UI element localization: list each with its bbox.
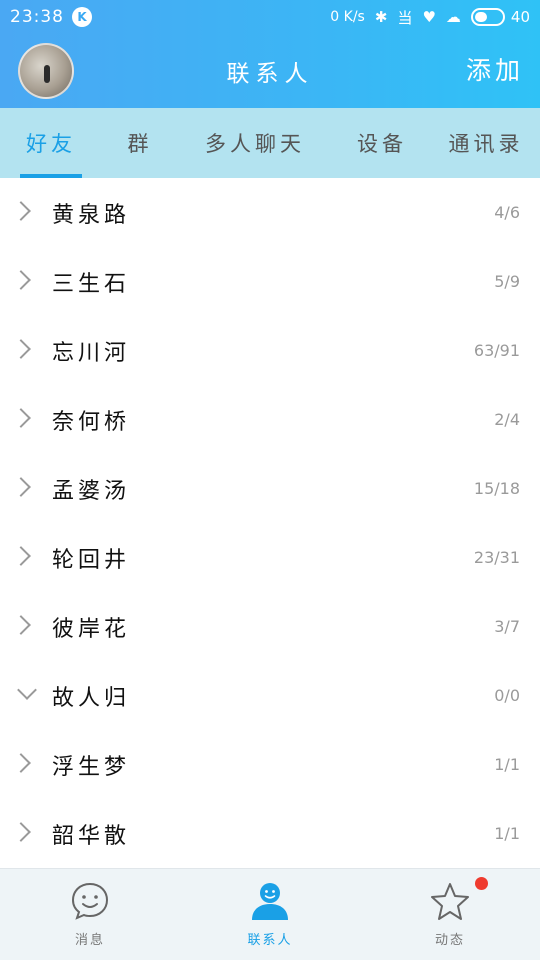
chevron-right-icon bbox=[11, 753, 31, 773]
group-name: 轮回井 bbox=[52, 547, 131, 573]
group-row[interactable]: 三生石 5/9 bbox=[0, 247, 540, 316]
group-row-expanded[interactable]: 故人归 0/0 bbox=[0, 661, 540, 730]
group-row[interactable]: 轮回井 23/31 bbox=[0, 523, 540, 592]
tab-devices[interactable]: 设备 bbox=[332, 108, 432, 178]
group-name: 奈何桥 bbox=[52, 409, 131, 435]
k-app-icon: K bbox=[72, 7, 92, 27]
nav-feed[interactable]: 动态 bbox=[360, 869, 540, 960]
chevron-right-icon bbox=[11, 339, 31, 359]
group-row[interactable]: 奈何桥 2/4 bbox=[0, 385, 540, 454]
group-count: 1/1 bbox=[494, 824, 520, 843]
battery-level: 40 bbox=[510, 8, 530, 26]
group-count: 0/0 bbox=[494, 686, 520, 705]
group-name: 孟婆汤 bbox=[52, 478, 131, 504]
group-name: 浮生梦 bbox=[52, 754, 131, 780]
net-speed: 0 K/s bbox=[330, 9, 365, 25]
nav-label: 联系人 bbox=[247, 933, 293, 948]
chevron-right-icon bbox=[11, 546, 31, 566]
chevron-right-icon bbox=[11, 270, 31, 290]
app-header: 23:38 K 0 K/s ✱ 当 ♥ ☁ 40 联系人 添加 bbox=[0, 0, 540, 108]
chevron-down-icon bbox=[17, 680, 37, 700]
tab-groups[interactable]: 群 bbox=[102, 108, 178, 178]
group-count: 63/91 bbox=[473, 341, 520, 360]
chevron-right-icon bbox=[11, 201, 31, 221]
group-count: 5/9 bbox=[494, 272, 520, 291]
chevron-right-icon bbox=[11, 615, 31, 635]
group-count: 2/4 bbox=[494, 410, 520, 429]
nav-messages[interactable]: 消息 bbox=[0, 869, 180, 960]
chevron-right-icon bbox=[11, 408, 31, 428]
smiley-bubble-icon bbox=[71, 882, 109, 920]
group-count: 4/6 bbox=[494, 203, 520, 222]
tab-friends[interactable]: 好友 bbox=[0, 108, 102, 178]
notification-dot bbox=[475, 877, 488, 890]
battery-icon bbox=[470, 8, 505, 26]
status-time: 23:38 bbox=[10, 7, 64, 27]
tab-bar: 好友 群 多人聊天 设备 通讯录 bbox=[0, 108, 540, 178]
star-icon bbox=[431, 883, 469, 920]
status-bar: 23:38 K 0 K/s ✱ 当 ♥ ☁ 40 bbox=[0, 0, 540, 34]
chevron-right-icon bbox=[11, 477, 31, 497]
group-row[interactable]: 浮生梦 1/1 bbox=[0, 730, 540, 799]
tab-multi-chat[interactable]: 多人聊天 bbox=[178, 108, 332, 178]
signal-icon: 当 bbox=[397, 8, 413, 27]
group-row[interactable]: 黄泉路 4/6 bbox=[0, 178, 540, 247]
status-icons: 0 K/s ✱ 当 ♥ ☁ 40 bbox=[330, 7, 530, 28]
group-name: 彼岸花 bbox=[52, 616, 131, 642]
group-row[interactable]: 韶华散 1/1 bbox=[0, 799, 540, 868]
group-name: 忘川河 bbox=[52, 340, 131, 366]
group-name: 三生石 bbox=[52, 271, 131, 297]
nav-contacts[interactable]: 联系人 bbox=[180, 869, 360, 960]
group-count: 1/1 bbox=[494, 755, 520, 774]
cloud-icon: ☁ bbox=[445, 8, 461, 26]
group-count: 3/7 bbox=[494, 617, 520, 636]
group-count: 23/31 bbox=[473, 548, 520, 567]
add-button[interactable]: 添加 bbox=[466, 51, 524, 87]
group-name: 故人归 bbox=[52, 685, 131, 711]
group-name: 黄泉路 bbox=[52, 202, 131, 228]
wifi-heart-icon: ♥ bbox=[422, 8, 436, 26]
group-row[interactable]: 孟婆汤 15/18 bbox=[0, 454, 540, 523]
bottom-nav: 消息 联系人 动态 bbox=[0, 868, 540, 960]
friend-group-list: 黄泉路 4/6 三生石 5/9 忘川河 63/91 奈何桥 2/4 孟婆汤 15… bbox=[0, 178, 540, 868]
group-count: 15/18 bbox=[473, 479, 520, 498]
person-icon bbox=[252, 883, 288, 920]
nav-label: 动态 bbox=[434, 933, 465, 948]
group-name: 韶华散 bbox=[52, 823, 131, 849]
nav-label: 消息 bbox=[74, 933, 105, 948]
chevron-right-icon bbox=[11, 822, 31, 842]
page-title: 联系人 bbox=[226, 61, 314, 87]
title-bar: 联系人 添加 bbox=[0, 34, 540, 108]
tab-address-book[interactable]: 通讯录 bbox=[432, 108, 540, 178]
group-row[interactable]: 彼岸花 3/7 bbox=[0, 592, 540, 661]
group-row[interactable]: 忘川河 63/91 bbox=[0, 316, 540, 385]
bluetooth-icon: ✱ bbox=[374, 8, 388, 26]
